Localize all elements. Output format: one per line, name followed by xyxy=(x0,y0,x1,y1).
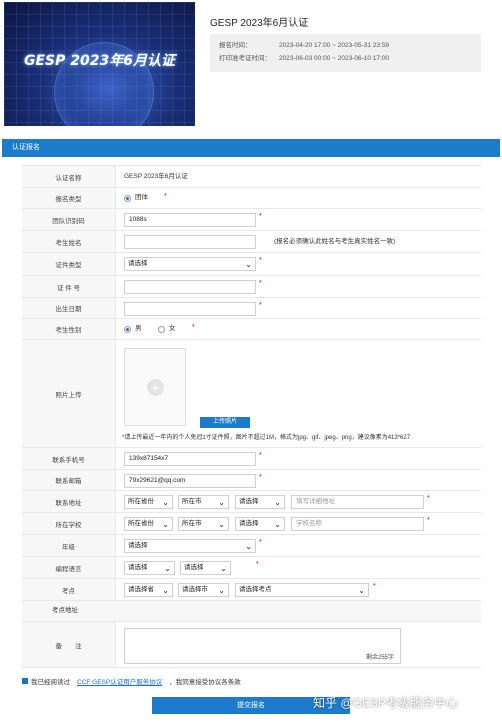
print-ticket-time-row: 打印准考证时间： 2023-06-03 00:00 ~ 2023-06-10 1… xyxy=(219,55,390,62)
phone-input[interactable]: 139x87154x7 xyxy=(124,452,256,466)
remark-char-counter: 剩余255字 xyxy=(365,655,394,661)
row-birth: 出生日期 * xyxy=(22,298,481,319)
row-id-no: 证 件 号 * xyxy=(22,276,481,298)
address-city-select[interactable]: 所在市 ⌄ xyxy=(178,495,229,509)
chevron-down-icon: ⌄ xyxy=(218,586,225,595)
row-id-type: 证件类型 请选择 ⌄ * xyxy=(22,253,481,276)
exam-province-select[interactable]: 请选择省 ⌄ xyxy=(124,583,173,597)
banner-title: GESP 2023年6月认证 xyxy=(24,53,175,69)
name-hint: (报名必须确认此姓名与考生真实姓名一致) xyxy=(274,238,396,245)
gender-female-radio[interactable] xyxy=(158,326,165,333)
school-name-input[interactable]: 学校名称 xyxy=(291,517,424,531)
chevron-down-icon: ⌄ xyxy=(162,586,169,595)
row-remark: 备 注 剩余255字 xyxy=(22,622,481,668)
address-district-select[interactable]: 请选择 ⌄ xyxy=(235,495,285,509)
upload-photo-button[interactable]: 上传照片 xyxy=(200,417,250,428)
reg-type-group-radio[interactable] xyxy=(124,195,131,202)
birth-date-input[interactable] xyxy=(124,302,256,316)
address-detail-input[interactable]: 填写详细地址 xyxy=(291,495,424,509)
row-cert-name: 认证名称 GESP 2023年6月认证 xyxy=(22,166,481,188)
row-gender: 考生性别 男 女 * xyxy=(22,319,481,340)
address-province-select[interactable]: 所在省份 ⌄ xyxy=(124,495,173,509)
grade-select[interactable]: 请选择 ⌄ xyxy=(124,539,256,553)
row-language: 编程语言 请选择 ⌄ 请选择 ⌄ * xyxy=(22,557,481,579)
chevron-down-icon: ⌄ xyxy=(245,260,252,269)
language-select[interactable]: 请选择 ⌄ xyxy=(124,561,175,575)
group-code-input[interactable]: 1088s xyxy=(124,213,256,227)
chevron-down-icon: ⌄ xyxy=(358,586,365,595)
chevron-down-icon: ⌄ xyxy=(220,564,227,573)
exam-site-select[interactable]: 请选择考点 ⌄ xyxy=(235,583,369,597)
plus-icon: + xyxy=(147,379,164,396)
remark-textarea[interactable]: 剩余255字 xyxy=(124,628,401,664)
row-name: 考生姓名 (报名必须确认此姓名与考生真实姓名一致) xyxy=(22,231,481,253)
event-time-info: 报名时间： 2023-04-20 17:00 ~ 2023-05-31 23:5… xyxy=(210,34,481,72)
row-email: 联系邮箱 79x29621@qq.com * xyxy=(22,470,481,491)
school-district-select[interactable]: 请选择 ⌄ xyxy=(235,517,285,531)
section-title: 认证报名 xyxy=(2,139,500,157)
row-reg-type: 报名类型 团体 * xyxy=(22,188,481,209)
agreement-row: 我已经阅读过 CCF GESP认证用户服务协议 ，我同意接受协议各条款 xyxy=(22,676,241,686)
service-agreement-link[interactable]: CCF GESP认证用户服务协议 xyxy=(77,676,162,686)
chevron-down-icon: ⌄ xyxy=(274,520,281,529)
row-exam-site: 考点 请选择省 ⌄ 请选择市 ⌄ 请选择考点 ⌄ * xyxy=(22,579,481,601)
chevron-down-icon: ⌄ xyxy=(162,520,169,529)
id-type-select[interactable]: 请选择 ⌄ xyxy=(124,257,256,271)
school-province-select[interactable]: 所在省份 ⌄ xyxy=(124,517,173,531)
row-school: 所在学校 所在省份 ⌄ 所在市 ⌄ 请选择 ⌄ 学校名称 * xyxy=(22,513,481,535)
registration-time-row: 报名时间： 2023-04-20 17:00 ~ 2023-05-31 23:5… xyxy=(219,42,390,49)
chevron-down-icon: ⌄ xyxy=(274,498,281,507)
event-title: GESP 2023年6月认证 xyxy=(210,18,309,29)
gender-male-radio[interactable] xyxy=(124,326,131,333)
row-group-code: 团队识别码 1088s * xyxy=(22,209,481,231)
name-input[interactable] xyxy=(124,235,256,249)
id-number-input[interactable] xyxy=(124,280,256,294)
event-banner: GESP 2023年6月认证 xyxy=(4,2,195,126)
row-site-address: 考点地址 xyxy=(22,601,481,622)
chevron-down-icon: ⌄ xyxy=(245,542,252,551)
chevron-down-icon: ⌄ xyxy=(162,498,169,507)
row-grade: 年级 请选择 ⌄ * xyxy=(22,535,481,557)
chevron-down-icon: ⌄ xyxy=(218,520,225,529)
agreement-checkbox[interactable] xyxy=(22,678,28,684)
watermark: 知乎 @GESP考级服务中心 xyxy=(313,696,458,710)
school-city-select[interactable]: 所在市 ⌄ xyxy=(178,517,229,531)
exam-city-select[interactable]: 请选择市 ⌄ xyxy=(178,583,229,597)
chevron-down-icon: ⌄ xyxy=(218,498,225,507)
row-phone: 联系手机号 139x87154x7 * xyxy=(22,448,481,470)
row-address: 联系地址 所在省份 ⌄ 所在市 ⌄ 请选择 ⌄ 填写详细地址 * xyxy=(22,491,481,513)
row-photo: 照片上传 + 上传照片 *请上传最近一年内的个人免冠1寸证件照，图片不超过1M，… xyxy=(22,340,481,448)
registration-form: 认证名称 GESP 2023年6月认证 报名类型 团体 * 团队识别码 1088… xyxy=(22,165,481,668)
chevron-down-icon: ⌄ xyxy=(164,564,171,573)
photo-preview[interactable]: + xyxy=(124,348,186,426)
cert-name-value: GESP 2023年6月认证 xyxy=(124,173,188,180)
level-select[interactable]: 请选择 ⌄ xyxy=(180,561,231,575)
photo-note: *请上传最近一年内的个人免冠1寸证件照，图片不超过1M，格式为jpg、gif、j… xyxy=(122,435,411,441)
email-input[interactable]: 79x29621@qq.com xyxy=(124,474,256,488)
